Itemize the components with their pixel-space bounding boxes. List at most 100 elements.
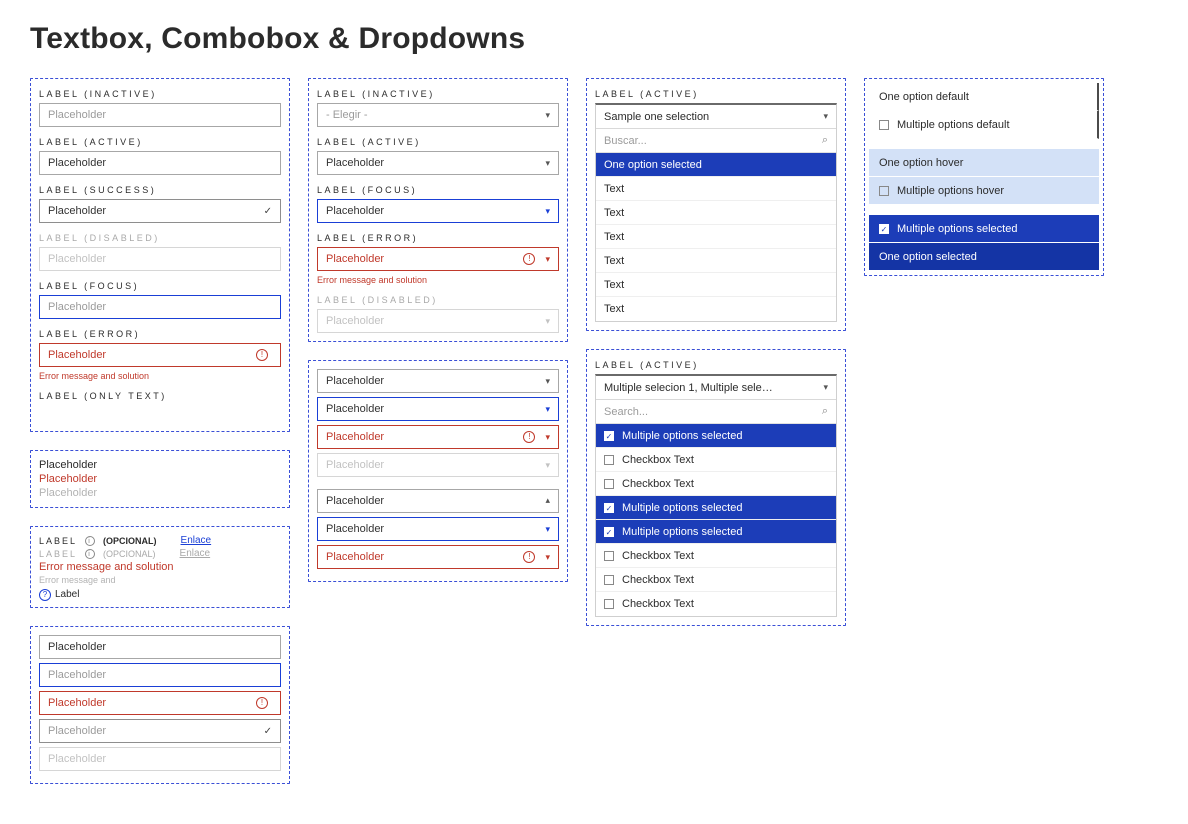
dropdown-single-label: LABEL (ACTIVE) <box>595 89 837 99</box>
block-combo-focus-2[interactable]: Placeholder ▾ <box>317 517 559 541</box>
chevron-down-icon: ▾ <box>545 376 550 387</box>
text-line-error: Placeholder <box>39 473 281 485</box>
search-icon: ⌕ <box>822 405 828 418</box>
dropdown-multi-option[interactable]: ✓Multiple options selected <box>596 424 836 448</box>
checkbox-icon <box>879 120 889 130</box>
search-icon: ⌕ <box>822 134 828 147</box>
option-default[interactable]: One option default <box>869 83 1099 111</box>
block-combo-focus[interactable]: Placeholder ▾ <box>317 397 559 421</box>
chevron-down-icon: ▾ <box>545 110 550 121</box>
dropdown-single-trigger[interactable]: Sample one selection ▾ <box>596 105 836 129</box>
block-textbox-default[interactable]: Placeholder <box>39 635 281 659</box>
chevron-down-icon: ▾ <box>545 460 550 471</box>
chevron-down-icon: ▾ <box>545 432 550 443</box>
combo-disabled: Placeholder ▾ <box>317 309 559 333</box>
info-icon: i <box>85 536 95 546</box>
option-selected-single[interactable]: One option selected <box>869 243 1099 271</box>
dropdown-single-option[interactable]: Text <box>596 297 836 321</box>
checkbox-icon <box>879 186 889 196</box>
label-onlytext: LABEL (ONLY TEXT) <box>39 391 281 401</box>
chevron-down-icon: ▾ <box>545 316 550 327</box>
label-with-help: ?Label <box>39 589 281 601</box>
chevron-down-icon: ▾ <box>545 254 550 265</box>
chevron-down-icon: ▾ <box>545 206 550 217</box>
combo-label-error: LABEL (ERROR) <box>317 233 559 243</box>
label-disabled: LABEL (DISABLED) <box>39 233 281 243</box>
dropdown-multi-option[interactable]: Checkbox Text <box>596 568 836 592</box>
plain-text-lines-tile: Placeholder Placeholder Placeholder <box>30 450 290 508</box>
chevron-down-icon: ▾ <box>823 111 828 122</box>
combo-error[interactable]: Placeholder ! ▾ <box>317 247 559 271</box>
chevron-down-icon: ▾ <box>545 158 550 169</box>
error-icon: ! <box>256 349 268 361</box>
option-hover-multi[interactable]: Multiple options hover <box>869 177 1099 205</box>
error-message: Error message and solution <box>39 371 281 381</box>
error-icon: ! <box>523 431 535 443</box>
block-textbox-success[interactable]: Placeholder ✓ <box>39 719 281 743</box>
error-icon: ! <box>523 253 535 265</box>
dropdown-multi-trigger[interactable]: Multiple selecion 1, Multiple selecion 2… <box>596 376 836 400</box>
checkbox-checked-icon: ✓ <box>604 503 614 513</box>
label-meta-tile: LABEL i (OPCIONAL) Enlace LABEL i (OPCIO… <box>30 526 290 608</box>
combo-inactive[interactable]: - Elegir - ▾ <box>317 103 559 127</box>
dropdown-single-option-selected[interactable]: One option selected <box>596 153 836 177</box>
label-link[interactable]: Enlace <box>181 535 212 546</box>
block-textbox-focus[interactable]: Placeholder <box>39 663 281 687</box>
textbox-success[interactable]: Placeholder ✓ <box>39 199 281 223</box>
dropdown-single[interactable]: Sample one selection ▾ Buscar... ⌕ One o… <box>595 103 837 322</box>
textbox-disabled: Placeholder <box>39 247 281 271</box>
checkbox-checked-icon: ✓ <box>604 527 614 537</box>
combo-label-active: LABEL (ACTIVE) <box>317 137 559 147</box>
checkbox-icon <box>604 599 614 609</box>
dropdown-multi-option[interactable]: ✓Multiple options selected <box>596 520 836 544</box>
textbox-error[interactable]: Placeholder ! <box>39 343 281 367</box>
dropdown-multi-search[interactable]: Search... ⌕ <box>596 400 836 424</box>
help-icon[interactable]: ? <box>39 589 51 601</box>
block-combo-error-2[interactable]: Placeholder ! ▾ <box>317 545 559 569</box>
dropdown-single-option[interactable]: Text <box>596 177 836 201</box>
block-combo-default[interactable]: Placeholder ▾ <box>317 369 559 393</box>
option-selected-multi[interactable]: ✓ Multiple options selected <box>869 215 1099 243</box>
only-text-spacer <box>39 405 281 423</box>
combo-focus[interactable]: Placeholder ▾ <box>317 199 559 223</box>
dropdown-multi-option[interactable]: Checkbox Text <box>596 592 836 616</box>
block-textbox-disabled: Placeholder <box>39 747 281 771</box>
dropdown-multi[interactable]: Multiple selecion 1, Multiple selecion 2… <box>595 374 837 617</box>
text-line-default: Placeholder <box>39 459 281 471</box>
checkbox-icon <box>604 479 614 489</box>
block-combo-error[interactable]: Placeholder ! ▾ <box>317 425 559 449</box>
dropdown-single-option[interactable]: Text <box>596 225 836 249</box>
column-combobox: LABEL (INACTIVE) - Elegir - ▾ LABEL (ACT… <box>308 78 568 582</box>
text-line-disabled: Placeholder <box>39 487 281 499</box>
block-combo-disabled: Placeholder ▾ <box>317 453 559 477</box>
combobox-states-tile: LABEL (INACTIVE) - Elegir - ▾ LABEL (ACT… <box>308 78 568 342</box>
dropdown-single-option[interactable]: Text <box>596 201 836 225</box>
dropdown-multi-option[interactable]: Checkbox Text <box>596 544 836 568</box>
dropdown-multi-option[interactable]: ✓Multiple options selected <box>596 496 836 520</box>
textbox-active[interactable]: Placeholder <box>39 151 281 175</box>
dropdown-single-tile: LABEL (ACTIVE) Sample one selection ▾ Bu… <box>586 78 846 331</box>
dropdown-multi-option[interactable]: Checkbox Text <box>596 472 836 496</box>
label-with-optional-and-link-disabled: LABEL i (OPCIONAL) Enlace <box>39 548 281 559</box>
block-combo-expanded[interactable]: Placeholder ▴ <box>317 489 559 513</box>
dropdown-multi-option[interactable]: Checkbox Text <box>596 448 836 472</box>
column-dropdown: LABEL (ACTIVE) Sample one selection ▾ Bu… <box>586 78 846 626</box>
textbox-focus[interactable]: Placeholder <box>39 295 281 319</box>
combo-active[interactable]: Placeholder ▾ <box>317 151 559 175</box>
dropdown-single-option[interactable]: Text <box>596 273 836 297</box>
dropdown-single-search[interactable]: Buscar... ⌕ <box>596 129 836 153</box>
option-hover[interactable]: One option hover <box>869 149 1099 177</box>
column-textbox: LABEL (INACTIVE) Placeholder LABEL (ACTI… <box>30 78 290 784</box>
chevron-down-icon: ▾ <box>545 552 550 563</box>
info-icon: i <box>85 549 95 559</box>
label-success: LABEL (SUCCESS) <box>39 185 281 195</box>
block-textbox-error[interactable]: Placeholder ! <box>39 691 281 715</box>
chevron-down-icon: ▾ <box>545 404 550 415</box>
page-title: Textbox, Combobox & Dropdowns <box>30 22 1158 56</box>
textbox-inactive[interactable]: Placeholder <box>39 103 281 127</box>
label-error: LABEL (ERROR) <box>39 329 281 339</box>
checkbox-icon <box>604 551 614 561</box>
dropdown-single-option[interactable]: Text <box>596 249 836 273</box>
option-default-multi[interactable]: Multiple options default <box>869 111 1099 139</box>
check-icon: ✓ <box>264 206 272 217</box>
